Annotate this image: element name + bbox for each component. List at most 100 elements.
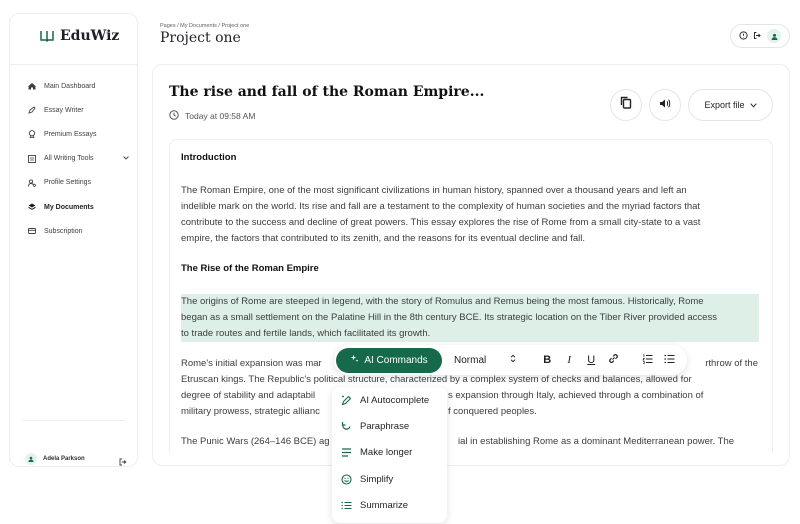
- speaker-icon: [659, 96, 671, 114]
- sidebar-item-label: Essay Writer: [44, 106, 84, 114]
- timestamp-text: Today at 09:58 AM: [185, 111, 256, 121]
- ai-commands-menu: AI Autocomplete Paraphrase Make longer S…: [332, 387, 447, 523]
- brand-name: EduWiz: [60, 28, 120, 44]
- text-line: began as a small settlement on the Palat…: [181, 312, 717, 323]
- underline-button[interactable]: U: [580, 350, 602, 370]
- menu-item-label: Simplify: [360, 473, 394, 485]
- top-actions: [730, 24, 790, 48]
- section-heading: The Rise of the Roman Empire: [181, 263, 319, 274]
- link-icon: [608, 353, 619, 367]
- text-line: f conquered peoples.: [448, 406, 537, 417]
- divider: [10, 64, 137, 65]
- menu-item-label: Summarize: [360, 500, 409, 512]
- menu-item-simplify[interactable]: Simplify: [332, 466, 447, 492]
- sidebar-item-label: Profile Settings: [44, 179, 92, 187]
- ai-commands-button[interactable]: AI Commands: [336, 347, 442, 373]
- text-line: Rome's initial expansion was mar: [181, 358, 322, 369]
- bold-button[interactable]: B: [536, 350, 558, 370]
- document-editor[interactable]: Introduction The Roman Empire, one of th…: [169, 139, 773, 452]
- read-aloud-button[interactable]: [649, 89, 681, 121]
- layers-icon: [28, 203, 36, 211]
- badge-icon: [28, 130, 36, 139]
- text-style-select[interactable]: Normal: [454, 354, 516, 366]
- format-toolbar: AI Commands Normal B I U: [334, 345, 687, 375]
- text-style-value: Normal: [454, 354, 487, 366]
- avatar: [25, 453, 37, 465]
- sidebar-item-subscription[interactable]: Subscription: [28, 219, 133, 243]
- bullet-list-button[interactable]: [658, 350, 680, 370]
- sparkle-icon: [350, 354, 359, 366]
- menu-item-label: AI Autocomplete: [360, 394, 430, 406]
- breadcrumb: Pages / My Documents / Project one: [160, 23, 250, 29]
- sidebar-item-label: All Writing Tools: [44, 155, 94, 163]
- list-icon: [341, 500, 352, 511]
- paragraph-punic-tail[interactable]: ial in establishing Rome as a dominant M…: [458, 434, 758, 450]
- export-file-button[interactable]: Export file: [688, 89, 773, 121]
- export-label: Export file: [704, 100, 745, 110]
- text-line: The Roman Empire, one of the most signif…: [181, 185, 687, 196]
- user-profile[interactable]: Adela Parkson: [25, 447, 132, 471]
- copy-button[interactable]: [610, 89, 642, 121]
- paragraph-origins[interactable]: The origins of Rome are steeped in legen…: [181, 294, 761, 342]
- numbered-list-icon: [642, 353, 653, 367]
- menu-item-paraphrase[interactable]: Paraphrase: [332, 413, 447, 439]
- sidebar-item-label: My Documents: [44, 203, 94, 211]
- text-line: The origins of Rome are steeped in legen…: [181, 296, 704, 307]
- clock-icon: [169, 110, 179, 122]
- paragraph-punic[interactable]: The Punic Wars (264–146 BCE) ag: [181, 434, 351, 450]
- sidebar-item-main-dashboard[interactable]: Main Dashboard: [28, 74, 133, 98]
- text-line: The Punic Wars (264–146 BCE) ag: [181, 436, 330, 447]
- numbered-list-button[interactable]: [636, 350, 658, 370]
- info-icon[interactable]: [739, 27, 748, 45]
- sidebar-nav: Main Dashboard Essay Writer Premium Essa…: [28, 74, 133, 243]
- text-line: degree of stability and adaptabil: [181, 390, 316, 401]
- ai-commands-label: AI Commands: [364, 354, 428, 366]
- menu-item-make-longer[interactable]: Make longer: [332, 440, 447, 466]
- sidebar-item-label: Premium Essays: [44, 130, 97, 138]
- logo[interactable]: EduWiz: [40, 28, 119, 44]
- text-line: to trade routes and fertile lands, which…: [181, 328, 431, 339]
- exit-icon[interactable]: [753, 27, 762, 45]
- bullet-list-icon: [664, 354, 675, 367]
- sidebar-item-label: Subscription: [44, 227, 83, 235]
- chevron-down-icon: [749, 100, 757, 110]
- menu-item-summarize[interactable]: Summarize: [332, 493, 447, 519]
- text-line: contribute to the success and decline of…: [181, 217, 701, 228]
- paragraph-intro[interactable]: The Roman Empire, one of the most signif…: [181, 183, 761, 247]
- page-title: Project one: [160, 30, 241, 46]
- refresh-icon: [341, 421, 352, 432]
- sidebar-item-my-documents[interactable]: My Documents: [28, 195, 133, 219]
- logout-icon[interactable]: [119, 453, 127, 471]
- text-line: indelible mark on the world. Its rise an…: [181, 201, 701, 212]
- text-line: ial in establishing Rome as a dominant M…: [458, 436, 735, 447]
- menu-item-ai-autocomplete[interactable]: AI Autocomplete: [332, 387, 447, 413]
- book-icon: [40, 31, 54, 42]
- sidebar-item-essay-writer[interactable]: Essay Writer: [28, 98, 133, 122]
- avatar[interactable]: [767, 29, 782, 43]
- copy-icon: [620, 96, 632, 114]
- smile-icon: [341, 474, 352, 485]
- sidebar-item-premium-essays[interactable]: Premium Essays: [28, 122, 133, 146]
- divider: [22, 420, 125, 421]
- document-timestamp: Today at 09:58 AM: [169, 110, 255, 122]
- sidebar-item-label: Main Dashboard: [44, 82, 96, 90]
- menu-item-label: Make longer: [360, 447, 413, 459]
- text-line: s expansion through Italy, achieved thro…: [448, 390, 704, 401]
- italic-button[interactable]: I: [558, 350, 580, 370]
- paragraph-expansion[interactable]: Rome's initial expansion was mar Etrusca…: [181, 356, 692, 420]
- text-line: military prowess, strategic allianc: [181, 406, 320, 417]
- profile-settings-icon: [28, 179, 36, 187]
- magic-pen-icon: [341, 395, 352, 406]
- home-icon: [28, 82, 36, 90]
- text-line: empire, the factors that contributed to …: [181, 233, 585, 244]
- sidebar: EduWiz Main Dashboard Essay Writer Premi…: [9, 13, 138, 467]
- lines-icon: [341, 447, 352, 458]
- chevron-down-icon: [123, 155, 129, 162]
- sidebar-item-all-writing-tools[interactable]: All Writing Tools: [28, 147, 133, 171]
- document-title: The rise and fall of the Roman Empire...: [169, 84, 485, 100]
- link-button[interactable]: [602, 350, 624, 370]
- section-heading: Introduction: [181, 152, 237, 163]
- sidebar-item-profile-settings[interactable]: Profile Settings: [28, 171, 133, 195]
- card-icon: [28, 227, 36, 235]
- tools-icon: [28, 154, 36, 163]
